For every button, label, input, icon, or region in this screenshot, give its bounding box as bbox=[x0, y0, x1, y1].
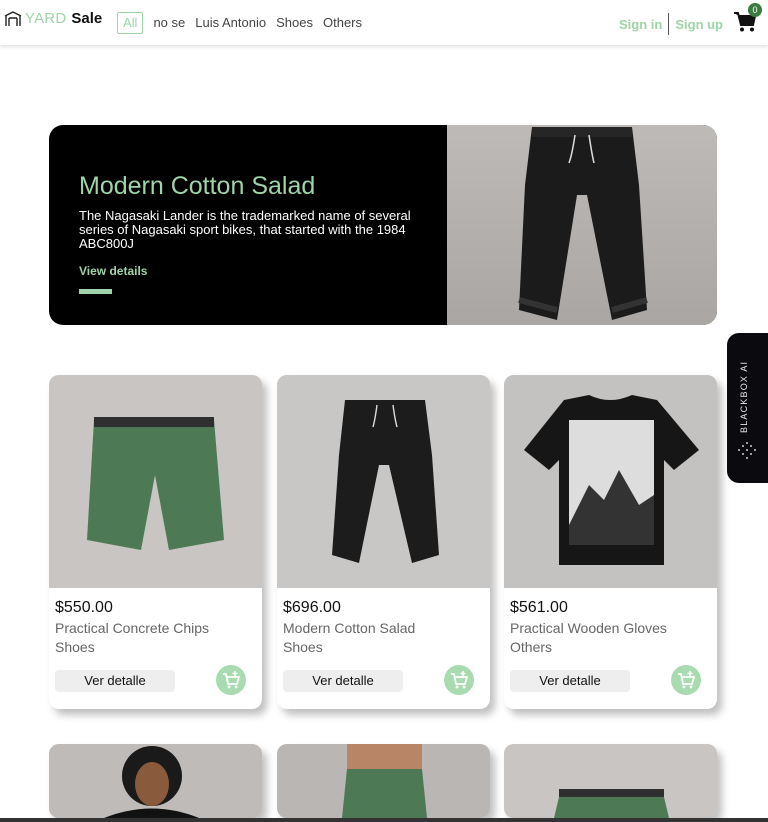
nav-item-others[interactable]: Others bbox=[323, 13, 362, 33]
product-image[interactable] bbox=[49, 375, 262, 588]
green-shorts-illustration bbox=[49, 375, 262, 588]
product-card[interactable] bbox=[49, 744, 262, 818]
add-to-cart-button[interactable] bbox=[671, 665, 701, 695]
mountain-tshirt-illustration bbox=[504, 375, 717, 588]
green-pants-model-illustration bbox=[277, 744, 490, 818]
view-detail-button[interactable]: Ver detalle bbox=[283, 670, 403, 692]
category-nav: All no se Luis Antonio Shoes Others bbox=[117, 12, 372, 34]
product-image[interactable] bbox=[277, 744, 490, 818]
logo-text-sale: Sale bbox=[71, 10, 103, 27]
add-cart-icon bbox=[678, 671, 696, 689]
product-category: Shoes bbox=[283, 639, 323, 655]
logo-text-yard: YARD bbox=[25, 10, 67, 27]
woman-portrait-illustration bbox=[49, 744, 262, 818]
hero-title: Modern Cotton Salad bbox=[79, 172, 316, 200]
hero-product-image bbox=[447, 125, 717, 325]
auth-divider bbox=[668, 13, 670, 35]
product-card[interactable]: $696.00 Modern Cotton Salad Shoes Ver de… bbox=[277, 375, 490, 709]
product-name: Modern Cotton Salad bbox=[283, 620, 416, 636]
product-name: Practical Wooden Gloves bbox=[510, 620, 667, 636]
logo[interactable]: YARD Sale bbox=[4, 10, 102, 27]
add-cart-icon bbox=[451, 671, 469, 689]
auth-links: Sign in Sign up bbox=[619, 13, 723, 35]
hero-description: The Nagasaki Lander is the trademarked n… bbox=[79, 208, 411, 251]
cart-count-badge: 0 bbox=[748, 3, 762, 17]
view-detail-button[interactable]: Ver detalle bbox=[55, 670, 175, 692]
blackbox-logo-icon bbox=[738, 442, 756, 459]
view-detail-button[interactable]: Ver detalle bbox=[510, 670, 630, 692]
product-name: Practical Concrete Chips bbox=[55, 620, 210, 636]
product-image[interactable] bbox=[49, 744, 262, 818]
add-cart-icon bbox=[223, 671, 241, 689]
product-price: $561.00 bbox=[510, 599, 568, 616]
jogger-pants-illustration bbox=[518, 127, 648, 320]
product-card[interactable]: $561.00 Practical Wooden Gloves Others V… bbox=[504, 375, 717, 709]
sign-in-link[interactable]: Sign in bbox=[619, 17, 662, 32]
view-details-link[interactable]: View details bbox=[79, 264, 147, 278]
green-shorts-illustration bbox=[504, 744, 717, 818]
product-card[interactable] bbox=[504, 744, 717, 818]
blackbox-ai-label: BLACKBOX AI bbox=[739, 360, 749, 433]
add-to-cart-button[interactable] bbox=[444, 665, 474, 695]
product-card[interactable]: $550.00 Practical Concrete Chips Shoes V… bbox=[49, 375, 262, 709]
nav-item-luis-antonio[interactable]: Luis Antonio bbox=[195, 13, 266, 33]
product-category: Others bbox=[510, 639, 553, 655]
black-joggers-illustration bbox=[277, 375, 490, 588]
product-price: $550.00 bbox=[55, 599, 113, 616]
product-image[interactable] bbox=[504, 375, 717, 588]
nav-item-all[interactable]: All bbox=[117, 12, 144, 34]
top-navbar: YARD Sale All no se Luis Antonio Shoes O… bbox=[0, 0, 768, 45]
product-card[interactable] bbox=[277, 744, 490, 818]
product-category: Shoes bbox=[55, 639, 95, 655]
hero-banner: Modern Cotton Salad The Nagasaki Lander … bbox=[49, 125, 717, 325]
bottom-edge-bar bbox=[0, 818, 768, 822]
nav-item-shoes[interactable]: Shoes bbox=[276, 13, 313, 33]
product-image[interactable] bbox=[277, 375, 490, 588]
nav-item-no-se[interactable]: no se bbox=[153, 13, 185, 33]
product-image[interactable] bbox=[504, 744, 717, 818]
hero-accent-bar bbox=[79, 289, 112, 294]
blackbox-ai-tab[interactable]: BLACKBOX AI bbox=[727, 333, 768, 483]
store-icon bbox=[4, 10, 22, 26]
add-to-cart-button[interactable] bbox=[216, 665, 246, 695]
sign-up-link[interactable]: Sign up bbox=[675, 17, 723, 32]
product-price: $696.00 bbox=[283, 599, 341, 616]
